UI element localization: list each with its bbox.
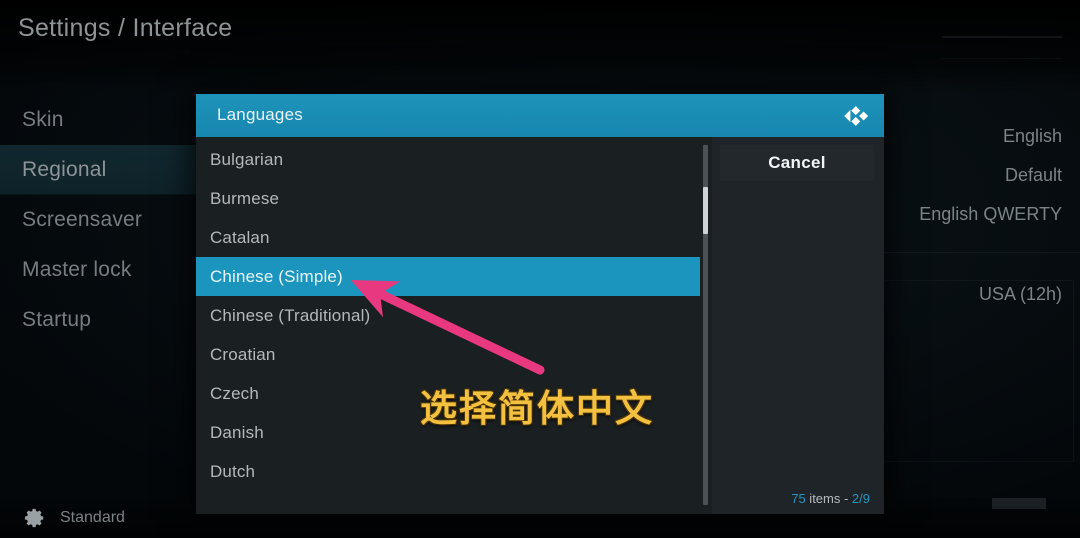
sidebar-item-label: Regional (22, 158, 107, 181)
kodi-logo-icon (844, 106, 869, 126)
language-label: Dutch (210, 462, 256, 481)
language-label: Croatian (210, 345, 276, 364)
sidebar-item-label: Skin (22, 108, 64, 131)
header-decoration-line-secondary (942, 58, 1062, 59)
language-label: Chinese (Traditional) (210, 306, 371, 325)
sidebar-item-master-lock[interactable]: Master lock (0, 245, 197, 295)
sidebar-item-label: Master lock (22, 258, 132, 281)
languages-dialog: Languages Bulgarian Burmese Catalan Chin… (196, 94, 884, 514)
sidebar-item-regional[interactable]: Regional (0, 145, 197, 195)
items-page: 2/9 (851, 491, 870, 506)
dialog-side-panel: Cancel 75 items - 2/9 (712, 137, 884, 514)
language-label: Czech (210, 384, 259, 403)
sidebar-item-skin[interactable]: Skin (0, 95, 197, 145)
cancel-button[interactable]: Cancel (720, 145, 874, 181)
header-decoration-line (942, 36, 1062, 38)
dialog-header: Languages (196, 94, 884, 137)
kodi-settings-screen: Settings / Interface Skin Regional Scree… (0, 0, 1080, 538)
settings-panel-frame (874, 280, 1074, 462)
items-count-label: 75 items - 2/9 (791, 491, 870, 506)
sidebar-item-screensaver[interactable]: Screensaver (0, 195, 197, 245)
language-label: Bulgarian (210, 150, 284, 169)
status-profile-label: Standard (60, 509, 125, 526)
list-item[interactable]: Chinese (Traditional) (196, 296, 712, 335)
sidebar-item-startup[interactable]: Startup (0, 295, 197, 345)
list-item[interactable]: Bulgarian (196, 140, 712, 179)
language-label: Chinese (Simple) (210, 267, 343, 286)
settings-values-panel: English Default English QWERTY USA (12h) (868, 95, 1080, 508)
list-scrollbar-thumb[interactable] (703, 187, 708, 234)
list-scrollbar[interactable] (703, 145, 708, 505)
list-item[interactable]: Croatian (196, 335, 712, 374)
setting-value-language[interactable]: English (868, 117, 1080, 156)
list-item[interactable]: Catalan (196, 218, 712, 257)
dialog-title: Languages (217, 105, 303, 124)
language-label: Danish (210, 423, 264, 442)
language-label: Catalan (210, 228, 270, 247)
settings-category-sidebar: Skin Regional Screensaver Master lock St… (0, 95, 197, 538)
list-item-selected[interactable]: Chinese (Simple) (196, 257, 700, 296)
list-item[interactable]: Dutch (196, 452, 712, 491)
list-item[interactable]: Burmese (196, 179, 712, 218)
language-label: Burmese (210, 189, 280, 208)
items-count-middle: items - (805, 491, 852, 506)
sidebar-item-label: Screensaver (22, 208, 143, 231)
language-list[interactable]: Bulgarian Burmese Catalan Chinese (Simpl… (196, 137, 712, 514)
page-title: Settings / Interface (18, 14, 233, 42)
sidebar-item-label: Startup (22, 308, 92, 331)
setting-value-character-set[interactable]: Default (868, 156, 1080, 195)
setting-value-keyboard-layout[interactable]: English QWERTY (868, 195, 1080, 234)
items-total: 75 (791, 491, 806, 506)
status-bar-indicator (992, 498, 1046, 509)
annotation-text: 选择简体中文 (420, 388, 654, 429)
gear-icon[interactable] (24, 507, 46, 529)
dialog-body: Bulgarian Burmese Catalan Chinese (Simpl… (196, 137, 884, 514)
